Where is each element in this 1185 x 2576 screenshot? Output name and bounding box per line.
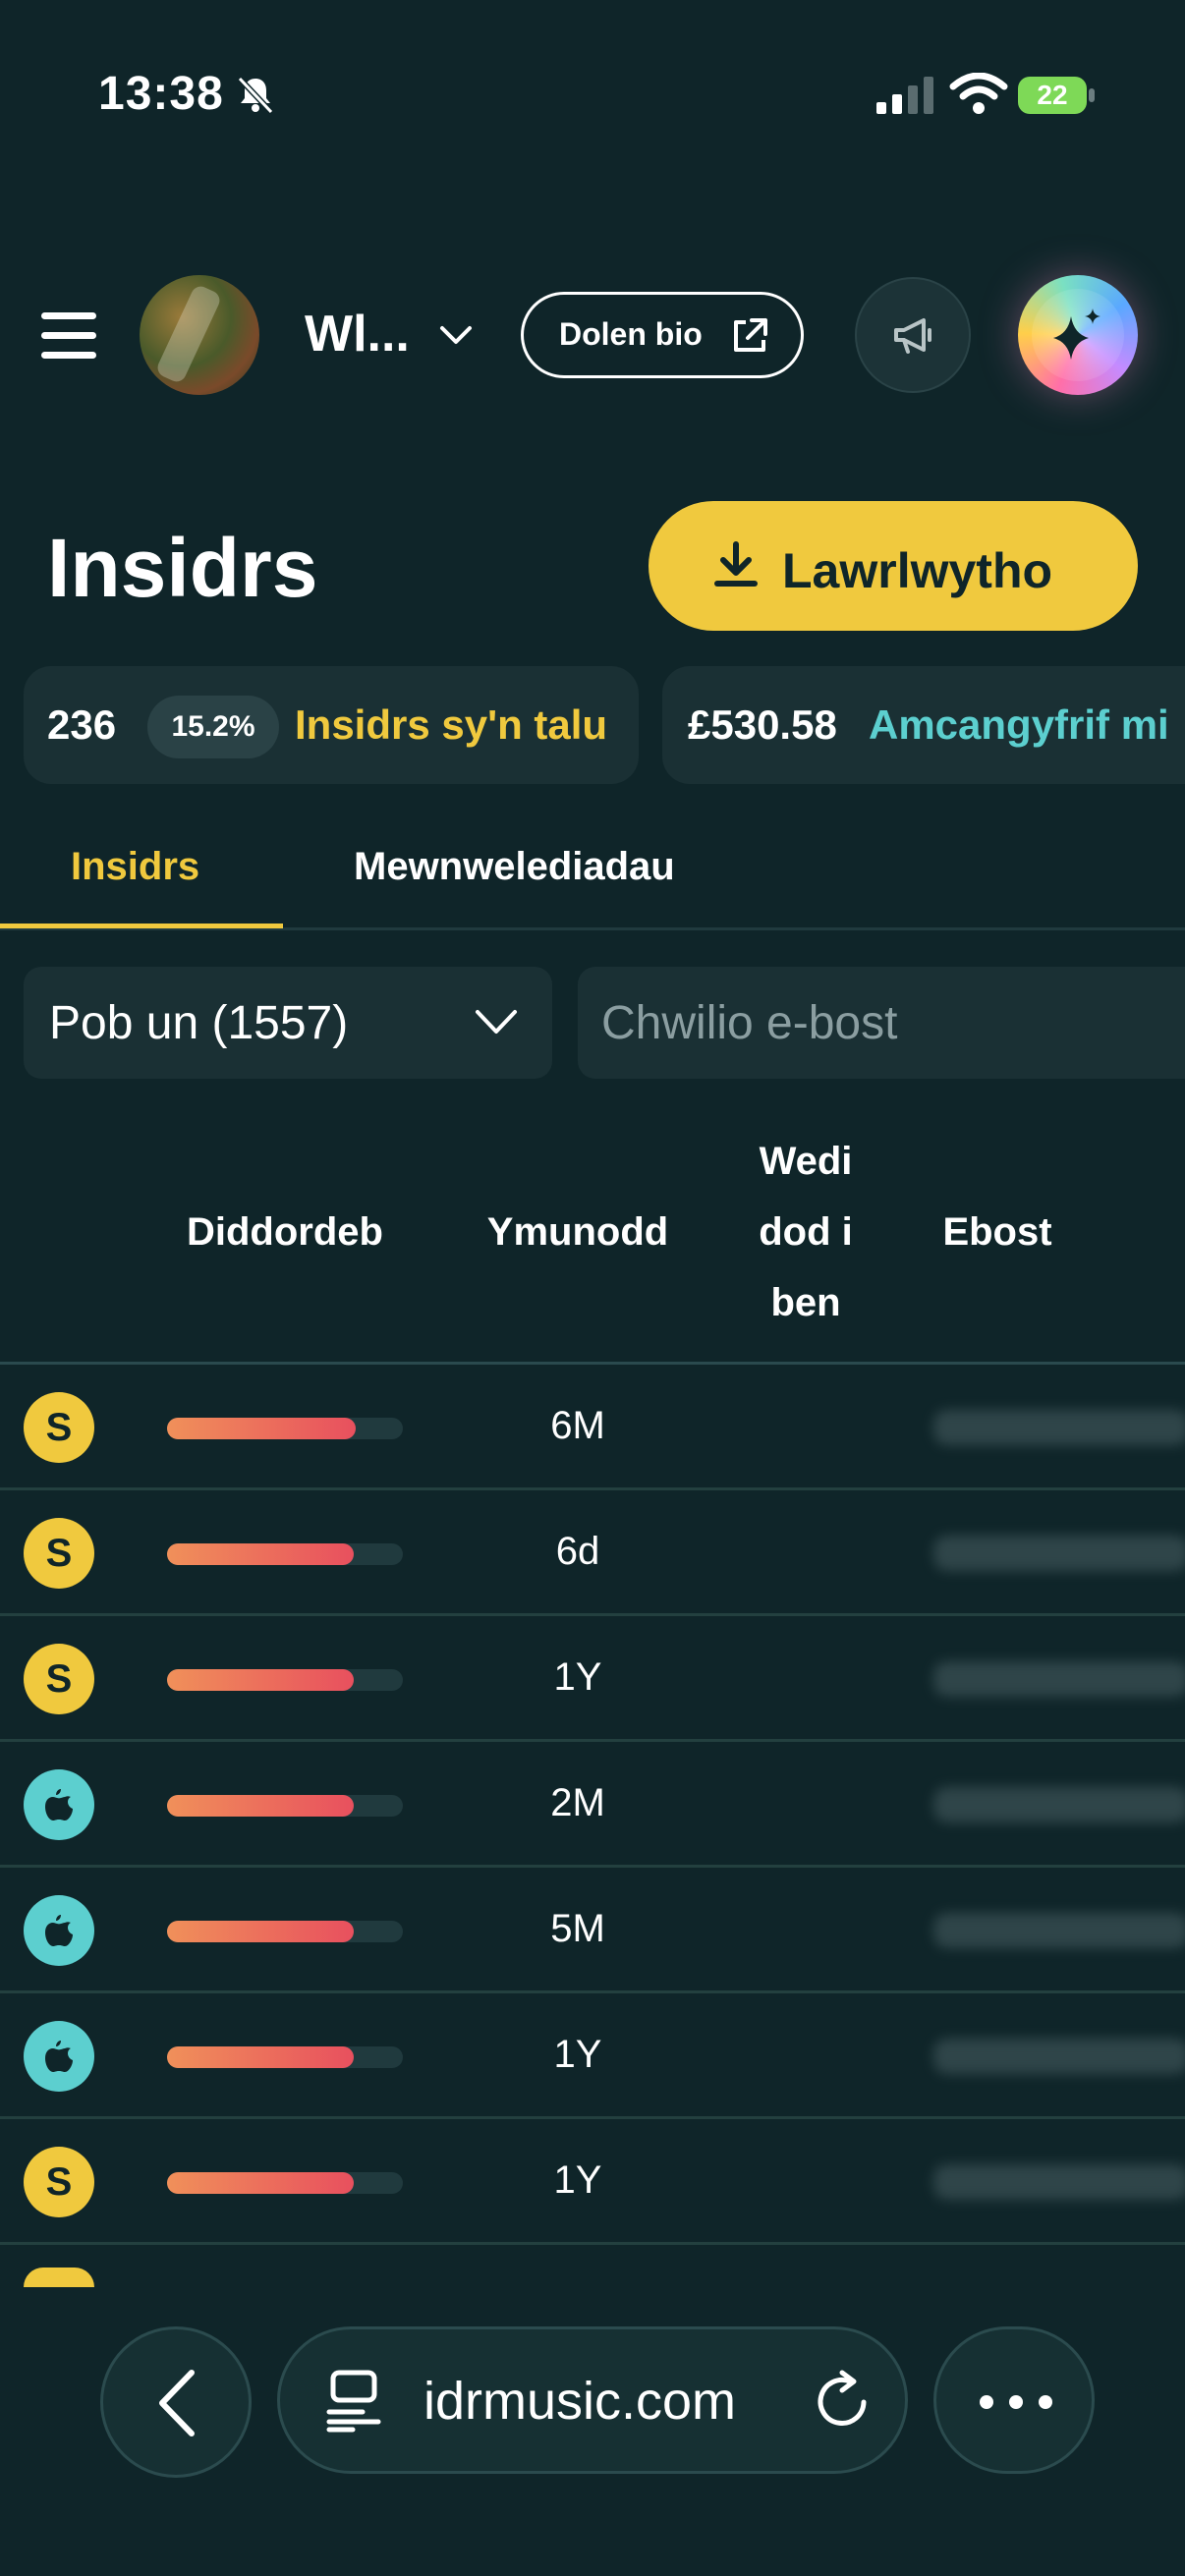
megaphone-icon: [894, 318, 931, 354]
interest-bar-fill: [167, 1921, 354, 1942]
external-link-icon: [734, 318, 767, 352]
joined-value: 1Y: [553, 2033, 602, 2076]
more-options-button[interactable]: [933, 2326, 1095, 2474]
download-button[interactable]: Lawrlwytho: [649, 501, 1138, 631]
column-header-interest[interactable]: Diddordeb: [157, 1197, 413, 1267]
interest-bar: [167, 1669, 403, 1691]
reload-icon[interactable]: [811, 2369, 875, 2434]
table-row[interactable]: 2M: [0, 1742, 1185, 1868]
interest-bar: [167, 1543, 403, 1565]
account-name[interactable]: Wl...: [305, 305, 410, 364]
status-time: 13:38: [98, 68, 224, 120]
estimate-amount: £530.58: [688, 701, 837, 748]
interest-bar: [167, 1795, 403, 1817]
email-redacted: [933, 1410, 1185, 1445]
column-header-joined[interactable]: Ymunodd: [462, 1197, 694, 1267]
url-text: idrmusic.com: [423, 2372, 737, 2431]
interest-bar: [167, 1921, 403, 1942]
bio-link-button[interactable]: Dolen bio: [521, 292, 804, 378]
chevron-down-icon[interactable]: [436, 320, 476, 350]
platform-badge: S: [24, 1518, 94, 1589]
segment-filter-value: Pob un (1557): [49, 997, 349, 1049]
apple-icon: [24, 1895, 94, 1966]
interest-bar: [167, 1418, 403, 1439]
email-search-input[interactable]: [578, 967, 1185, 1079]
interest-bar: [167, 2172, 403, 2194]
joined-value: 1Y: [553, 1655, 602, 1699]
bell-muted-icon: [237, 76, 274, 115]
apple-icon: [24, 1769, 94, 1840]
email-redacted: [933, 2039, 1185, 2074]
interest-bar-fill: [167, 2046, 354, 2068]
interest-bar-fill: [167, 1669, 354, 1691]
platform-badge: S: [24, 1644, 94, 1714]
avatar[interactable]: [140, 275, 259, 395]
bio-link-label: Dolen bio: [559, 316, 703, 352]
table-row[interactable]: 1Y: [0, 1993, 1185, 2119]
interest-bar-fill: [167, 1795, 354, 1817]
column-header-churned[interactable]: Wedi dod i ben: [727, 1126, 884, 1338]
paying-count: 236: [47, 701, 117, 748]
interest-bar-fill: [167, 1418, 356, 1439]
email-redacted: [933, 1536, 1185, 1571]
page-tabs-icon: [326, 2370, 381, 2433]
segment-filter-select[interactable]: Pob un (1557): [24, 967, 552, 1079]
tab-insights[interactable]: Mewnwelediadau: [354, 845, 675, 889]
cellular-signal-icon: [876, 77, 933, 114]
platform-badge: S: [24, 1392, 94, 1463]
platform-badge: [24, 2268, 94, 2287]
ai-assistant-button[interactable]: [1018, 275, 1138, 395]
download-label: Lawrlwytho: [782, 543, 1053, 598]
platform-badge: S: [24, 2147, 94, 2217]
email-redacted: [933, 1913, 1185, 1948]
row-divider: [0, 2242, 1185, 2245]
table-row[interactable]: S 1Y: [0, 1616, 1185, 1742]
chevron-down-icon: [476, 1010, 517, 1034]
table-row[interactable]: 5M: [0, 1868, 1185, 1993]
address-bar[interactable]: idrmusic.com: [277, 2326, 908, 2474]
joined-value: 1Y: [553, 2158, 602, 2202]
joined-value: 6M: [550, 1404, 605, 1447]
page-title: Insidrs: [47, 522, 318, 614]
interest-bar-fill: [167, 2172, 354, 2194]
email-redacted: [933, 2164, 1185, 2200]
announcements-button[interactable]: [855, 277, 971, 393]
tab-insidrs[interactable]: Insidrs: [71, 845, 199, 889]
back-button[interactable]: [100, 2326, 252, 2478]
column-header-email[interactable]: Ebost: [904, 1197, 1091, 1267]
table-row[interactable]: S 6M: [0, 1365, 1185, 1490]
paying-percent-badge: 15.2%: [147, 696, 279, 758]
joined-value: 6d: [555, 1530, 600, 1573]
table-row[interactable]: S 6d: [0, 1490, 1185, 1616]
table-row[interactable]: S 1Y: [0, 2119, 1185, 2245]
email-redacted: [933, 1661, 1185, 1697]
paying-insidrs-card[interactable]: 236 15.2% Insidrs sy'n talu: [24, 666, 639, 784]
email-redacted: [933, 1787, 1185, 1822]
interest-bar-fill: [167, 1543, 354, 1565]
hamburger-menu-icon[interactable]: [41, 312, 96, 360]
more-dot: [980, 2395, 993, 2409]
estimate-card[interactable]: £530.58 Amcangyfrif mi: [662, 666, 1185, 784]
estimate-label: Amcangyfrif mi: [869, 701, 1169, 748]
more-dot: [1039, 2395, 1052, 2409]
joined-value: 5M: [550, 1907, 605, 1950]
battery-level: 22: [1018, 77, 1087, 114]
wifi-icon: [949, 73, 1008, 114]
download-icon: [714, 541, 758, 587]
battery-icon: 22: [1018, 77, 1097, 114]
sparkle-icon: [1053, 308, 1100, 360]
interest-bar: [167, 2046, 403, 2068]
more-dot: [1009, 2395, 1023, 2409]
paying-label: Insidrs sy'n talu: [295, 701, 608, 748]
active-tab-indicator: [0, 924, 283, 928]
joined-value: 2M: [550, 1781, 605, 1824]
chevron-left-icon: [159, 2370, 195, 2436]
apple-icon: [24, 2021, 94, 2092]
